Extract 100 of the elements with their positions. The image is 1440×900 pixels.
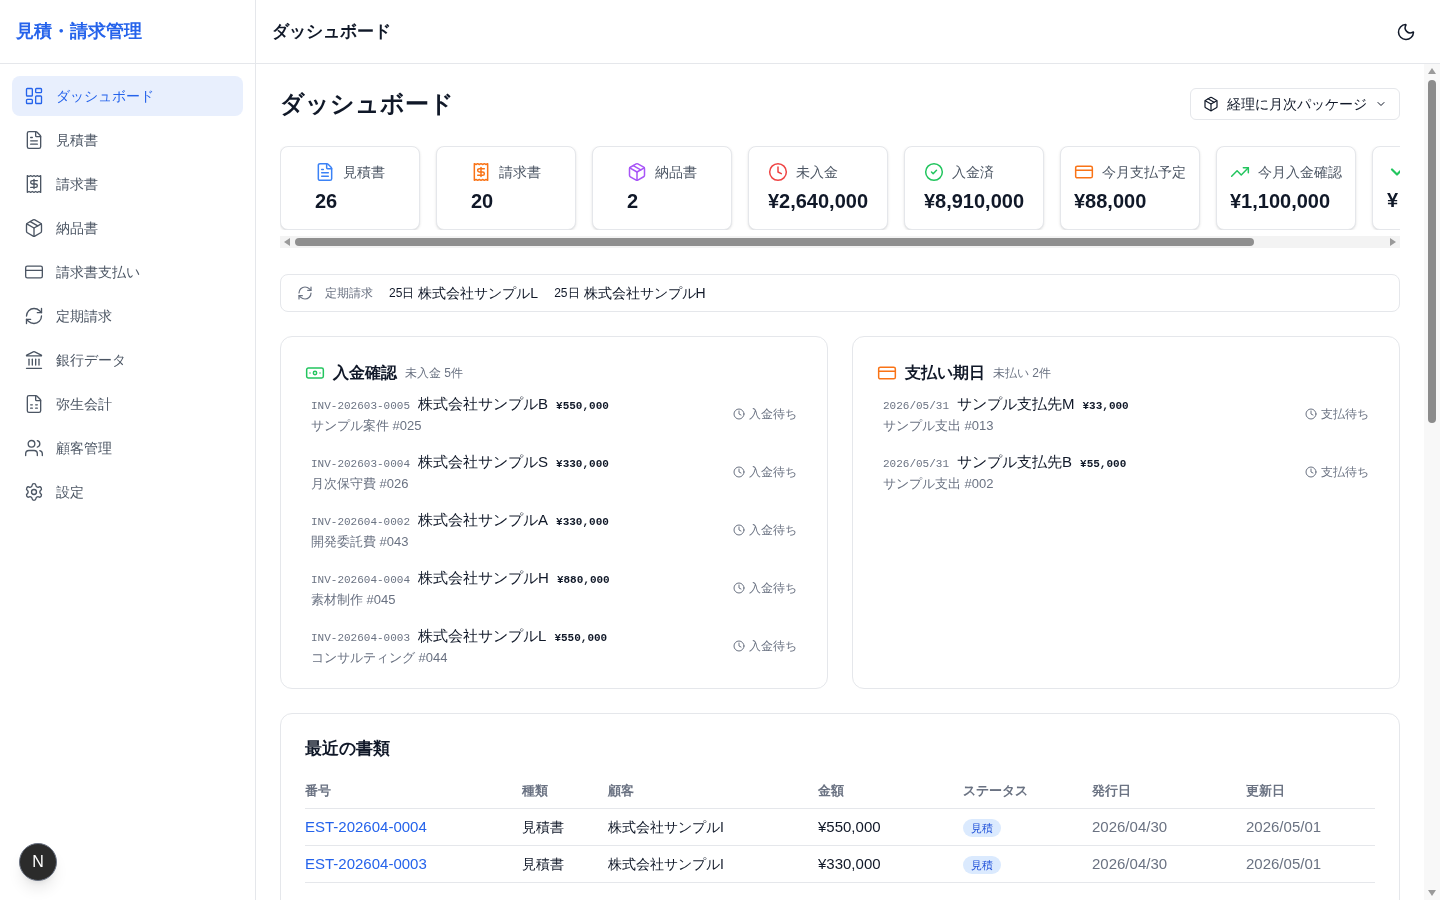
sidebar-item[interactable]: 見積書	[12, 120, 243, 160]
header-title: ダッシュボード	[272, 20, 391, 43]
sidebar-item[interactable]: 納品書	[12, 208, 243, 248]
recurring-label: 定期請求	[325, 285, 373, 302]
scrollbar-thumb[interactable]	[295, 238, 1255, 246]
vertical-scrollbar[interactable]	[1424, 64, 1440, 900]
stat-value: ¥	[1387, 188, 1400, 213]
table-cell-text: 2026/05/01	[1246, 853, 1323, 874]
amount-text: ¥330,000	[556, 457, 609, 472]
triangle-left-icon[interactable]	[284, 238, 290, 246]
clock-icon	[733, 582, 745, 594]
stat-value: ¥2,640,000	[767, 188, 869, 214]
record-number: INV-202603-0005	[311, 399, 411, 414]
sidebar-item[interactable]: 銀行データ	[12, 340, 243, 380]
sidebar-item[interactable]: 定期請求	[12, 296, 243, 336]
table-cell-text: 株式会社サンプルI	[608, 817, 725, 837]
recurring-day: 25日	[389, 284, 415, 302]
document-icon	[24, 130, 44, 150]
party-name: 株式会社サンプルB	[418, 394, 549, 414]
triangle-down-icon[interactable]	[1428, 890, 1436, 896]
stat-value: ¥1,100,000	[1230, 188, 1332, 214]
document-link[interactable]: EST-202604-0004	[305, 815, 522, 839]
clock-icon	[1305, 408, 1317, 420]
amount-text: ¥550,000	[556, 399, 609, 414]
refresh-icon	[24, 306, 44, 326]
status-text: 入金待ち	[749, 406, 797, 423]
column-header: 発行日	[1092, 781, 1132, 800]
clock-icon	[1305, 466, 1317, 478]
party-name: 株式会社サンプルS	[418, 452, 549, 472]
stat-value: ¥8,910,000	[923, 188, 1025, 214]
refresh-icon	[297, 285, 313, 301]
amount-text: ¥33,000	[1082, 399, 1129, 414]
table-cell-text: 2026/04/30	[1092, 816, 1169, 837]
triangle-right-icon[interactable]	[1390, 238, 1396, 246]
dashboard-icon	[24, 86, 44, 106]
column-header: 種類	[522, 781, 549, 800]
party-name: サンプル支払先M	[957, 394, 1075, 414]
recurring-customer: 株式会社サンプルL	[418, 283, 539, 303]
status-text: 入金待ち	[749, 638, 797, 655]
column-header: 番号	[305, 781, 332, 800]
stat-label: 見積書	[343, 162, 385, 182]
document-link[interactable]: EST-202604-0003	[305, 852, 522, 876]
triangle-up-icon[interactable]	[1428, 68, 1436, 74]
table-cell-text: 見積書	[522, 817, 565, 837]
memo-text: サンプル案件 #025	[311, 416, 423, 435]
sidebar-item[interactable]: 顧客管理	[12, 428, 243, 468]
panel-summary: 未払い 2件	[993, 365, 1051, 382]
table-cell-text: 見積書	[522, 854, 565, 874]
credit-card-icon	[877, 363, 897, 383]
stat-value: ¥88,000	[1074, 188, 1148, 214]
avatar-button[interactable]: N	[19, 843, 57, 881]
page-title: ダッシュボード	[280, 89, 454, 119]
panel-title: 支払い期日	[905, 363, 985, 383]
box-icon	[24, 218, 44, 238]
sidebar-item[interactable]: 請求書支払い	[12, 252, 243, 292]
status-text: 入金待ち	[749, 580, 797, 597]
amount-text: ¥880,000	[556, 573, 610, 588]
spreadsheet-icon	[24, 394, 44, 414]
amount-text: ¥550,000	[554, 631, 608, 646]
memo-text: 素材制作 #045	[311, 590, 397, 609]
sidebar-item[interactable]: 弥生会計	[12, 384, 243, 424]
column-header: 金額	[818, 781, 845, 800]
status-text: 支払待ち	[1321, 464, 1369, 481]
receipt-icon	[24, 174, 44, 194]
stat-label: 入金済	[951, 162, 994, 182]
section-title: 最近の書類	[305, 738, 391, 760]
recurring-day: 25日	[554, 284, 580, 302]
record-number: INV-202604-0003	[311, 631, 411, 646]
memo-text: サンプル支出 #002	[883, 474, 995, 493]
memo-text: 月次保守費 #026	[311, 474, 410, 493]
sidebar-item[interactable]: ダッシュボード	[12, 76, 243, 116]
memo-text: サンプル支出 #013	[883, 416, 995, 435]
record-number: 2026/05/31	[883, 457, 949, 472]
users-icon	[24, 438, 44, 458]
record-number: INV-202604-0002	[311, 515, 411, 530]
party-name: 株式会社サンプルH	[418, 568, 549, 588]
memo-text: コンサルティング #044	[311, 648, 449, 667]
clock-icon	[733, 408, 745, 420]
panel-title: 入金確認	[333, 363, 397, 383]
box-icon	[1203, 96, 1219, 112]
scrollbar-thumb[interactable]	[1428, 80, 1436, 423]
horizontal-scrollbar[interactable]	[280, 236, 1400, 248]
table-cell-text: ¥550,000	[818, 816, 882, 837]
settings-icon	[24, 482, 44, 502]
package-button[interactable]: 経理に月次パッケージ	[1190, 88, 1400, 120]
record-number: INV-202603-0004	[311, 457, 411, 472]
stat-label: 納品書	[655, 162, 697, 182]
table-cell-text: 2026/04/30	[1092, 853, 1169, 874]
sidebar-item[interactable]: 請求書	[12, 164, 243, 204]
moon-icon	[1396, 21, 1416, 42]
panel-summary: 未入金 5件	[405, 365, 463, 382]
memo-text: 開発委託費 #043	[311, 532, 410, 551]
bank-icon	[24, 350, 44, 370]
table-cell-text: 2026/05/01	[1246, 816, 1323, 837]
record-number: INV-202604-0004	[311, 573, 411, 588]
sidebar-item[interactable]: 設定	[12, 472, 243, 512]
stat-label: 未入金	[795, 162, 838, 182]
clock-icon	[733, 524, 745, 536]
stat-label: 今月入金確認	[1258, 162, 1342, 182]
status-text: 支払待ち	[1321, 406, 1369, 423]
